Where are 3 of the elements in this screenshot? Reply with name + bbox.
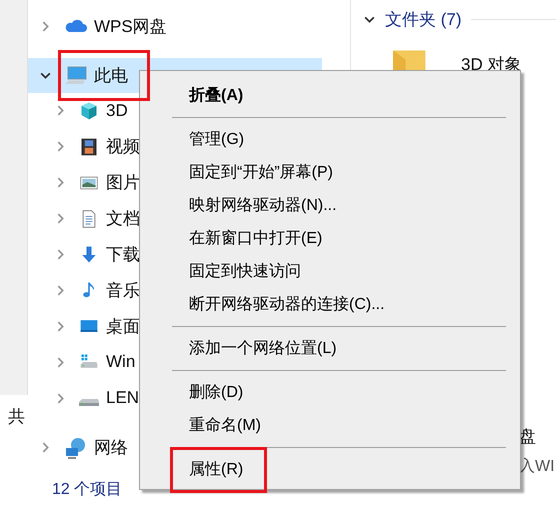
status-text: 12 个项目 xyxy=(51,480,122,500)
drive-name: 盘 xyxy=(519,426,537,448)
pane-label: 共 xyxy=(8,406,25,428)
